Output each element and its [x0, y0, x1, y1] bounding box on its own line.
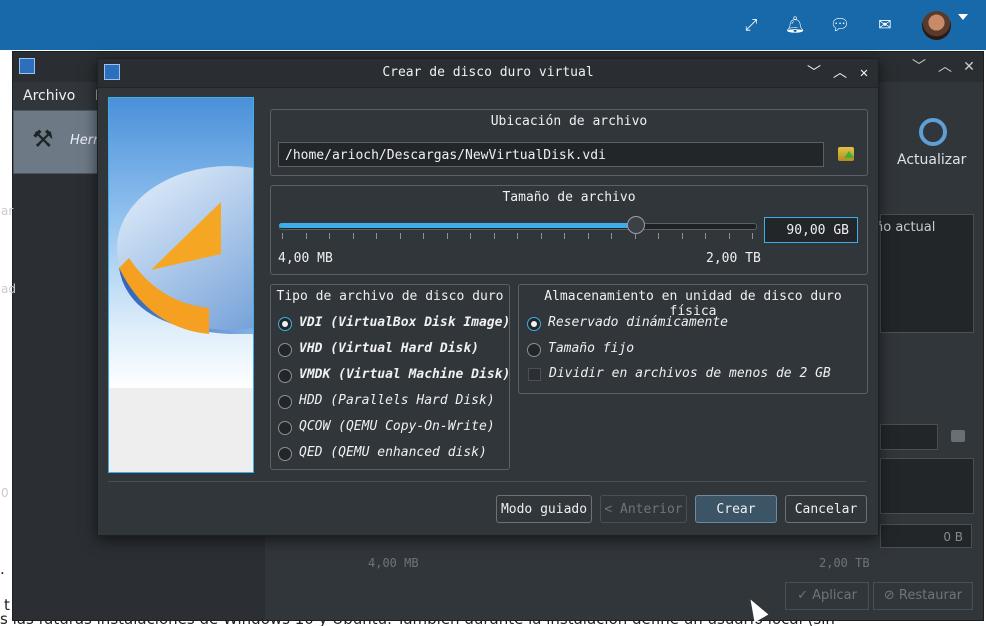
dialog-separator: [108, 481, 866, 482]
chevron-up-icon[interactable]: ︿: [935, 57, 955, 77]
dialog-titlebar: Crear de disco duro virtual ﹀ ︿ ✕: [98, 59, 878, 88]
bg-min-label: 4,00 MB: [368, 556, 419, 570]
tools-icon: ⚒: [32, 125, 54, 153]
left-fragment-2: ad: [1, 282, 16, 296]
file-type-label-5[interactable]: QED (QEMU enhanced disk): [299, 445, 487, 460]
chat-icon[interactable]: 💬︎: [829, 14, 851, 36]
file-type-radio-2[interactable]: [278, 369, 292, 383]
slider-tick: [658, 233, 659, 239]
slider-tick: [329, 233, 330, 239]
slider-tick: [587, 233, 589, 239]
description-panel: [880, 458, 974, 514]
slider-tick: [681, 233, 683, 239]
site-topbar: ⤢ 🔔︎ 💬︎ ✉: [0, 0, 986, 50]
file-type-label-0[interactable]: VDI (VirtualBox Disk Image): [299, 315, 510, 330]
slider-tick: [446, 233, 448, 239]
apply-label: Aplicar: [812, 588, 857, 603]
size-slider-handle[interactable]: [627, 216, 645, 234]
file-type-label-2[interactable]: VMDK (Virtual Machine Disk): [299, 367, 510, 382]
file-type-radio-5[interactable]: [278, 447, 292, 461]
apply-button[interactable]: ✓ Aplicar: [785, 582, 869, 610]
maximize-icon[interactable]: ︿: [830, 63, 850, 83]
file-type-label-3[interactable]: HDD (Parallels Hard Disk): [299, 393, 495, 408]
size-input[interactable]: 90,00 GB: [764, 217, 858, 243]
tools-label: Herr: [70, 133, 99, 148]
slider-tick: [352, 233, 354, 239]
current-size-header: ño actual: [875, 220, 936, 235]
avatar[interactable]: [922, 11, 951, 40]
storage-label-0[interactable]: Reservado dinámicamente: [548, 315, 728, 330]
disk-illustration: [108, 97, 254, 473]
slider-tick: [752, 233, 753, 239]
chevron-down-icon[interactable]: ﹀: [909, 57, 929, 77]
create-button[interactable]: Crear: [695, 495, 777, 523]
create-disk-dialog: Crear de disco duro virtual ﹀ ︿ ✕ Ubicac…: [97, 58, 879, 536]
left-fragment-3: 0: [1, 486, 9, 500]
menu-archivo[interactable]: Archivo: [23, 88, 75, 104]
update-button[interactable]: Actualizar: [885, 112, 975, 172]
file-type-group-title: Tipo de archivo de disco duro: [276, 289, 504, 304]
slider-tick: [540, 233, 542, 239]
file-type-label-1[interactable]: VHD (Virtual Hard Disk): [299, 341, 479, 356]
tools-item[interactable]: ⚒ Herr: [13, 110, 101, 174]
cancel-icon: ⊘: [883, 588, 899, 603]
left-fragment-1: ar: [1, 204, 14, 218]
split-files-label: Dividir en archivos de menos de 2 GB: [549, 366, 831, 381]
storage-radio-1[interactable]: [527, 343, 541, 357]
file-type-radio-1[interactable]: [278, 343, 292, 357]
article-bullet: .: [0, 560, 5, 578]
guided-mode-button[interactable]: Modo guiado: [496, 495, 592, 523]
file-type-radio-0[interactable]: [278, 317, 292, 331]
disk-chart-icon: [117, 166, 253, 334]
slider-tick: [282, 233, 283, 239]
minimize-icon[interactable]: ﹀: [804, 63, 824, 83]
file-type-radio-4[interactable]: [278, 421, 292, 435]
dialog-title: Crear de disco duro virtual: [382, 65, 594, 80]
mail-icon[interactable]: ✉: [874, 14, 896, 36]
location-group-title: Ubicación de archivo: [490, 114, 648, 129]
caret-down-icon[interactable]: [958, 14, 968, 20]
check-icon: ✓: [797, 588, 813, 603]
size-slider-fill: [279, 223, 636, 228]
virtualbox-logo-icon: [19, 58, 35, 74]
slider-tick: [423, 233, 424, 239]
slider-tick: [564, 233, 565, 239]
close-icon[interactable]: ✕: [959, 57, 979, 77]
size-value[interactable]: 0 B: [880, 524, 972, 548]
slider-tick: [611, 233, 612, 239]
back-button[interactable]: < Anterior: [600, 495, 687, 523]
slider-tick: [728, 233, 730, 239]
file-path-input[interactable]: /home/arioch/Descargas/NewVirtualDisk.vd…: [278, 142, 824, 167]
file-type-label-4[interactable]: QCOW (QEMU Copy-On-Write): [299, 419, 495, 434]
folder-arrow-icon: [844, 151, 854, 158]
close-icon[interactable]: ✕: [854, 63, 874, 83]
restore-button[interactable]: ⊘ Restaurar: [873, 582, 973, 610]
location-field[interactable]: [880, 424, 938, 450]
slider-tick: [705, 233, 706, 239]
slider-tick: [305, 233, 307, 239]
size-max-label: 2,00 TB: [706, 251, 761, 266]
bg-max-label: 2,00 TB: [819, 556, 870, 570]
file-type-radio-3[interactable]: [278, 395, 292, 409]
slider-tick: [517, 233, 518, 239]
size-min-label: 4,00 MB: [278, 251, 333, 266]
update-label: Actualizar: [897, 152, 967, 168]
fullscreen-icon[interactable]: ⤢: [740, 14, 762, 36]
split-files-checkbox[interactable]: [528, 368, 541, 381]
slider-tick: [399, 233, 401, 239]
storage-radio-0[interactable]: [527, 317, 541, 331]
slider-tick: [376, 233, 377, 239]
bell-icon[interactable]: 🔔︎: [784, 14, 806, 36]
folder-icon[interactable]: [951, 430, 965, 442]
slider-tick: [493, 233, 495, 239]
cancel-button[interactable]: Cancelar: [785, 495, 867, 523]
storage-label-1[interactable]: Tamaño fijo: [548, 341, 634, 356]
slider-tick: [470, 233, 471, 239]
size-group-title: Tamaño de archivo: [502, 190, 636, 205]
restore-label: Restaurar: [898, 588, 963, 603]
